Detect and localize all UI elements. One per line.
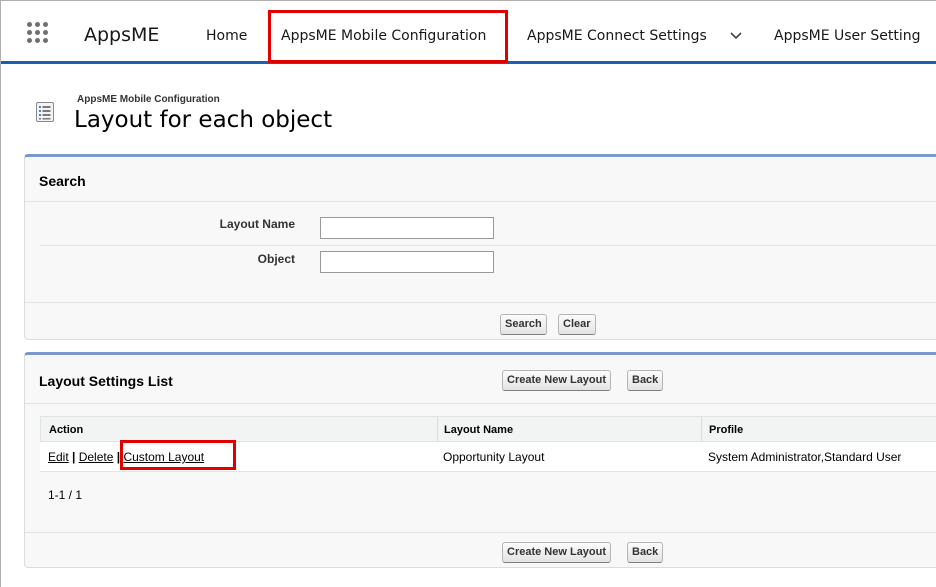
column-divider — [437, 417, 438, 442]
create-new-layout-button[interactable]: Create New Layout — [502, 370, 612, 391]
search-panel-title: Search — [39, 173, 86, 189]
layout-name-input[interactable] — [320, 217, 494, 239]
row-layout-name: Opportunity Layout — [443, 450, 545, 464]
column-header-layout-name: Layout Name — [444, 424, 514, 436]
divider — [25, 532, 936, 533]
divider — [25, 201, 936, 202]
column-header-profile: Profile — [709, 424, 744, 436]
search-panel: Search Layout Name Object Search Clear — [24, 154, 936, 340]
divider — [25, 302, 936, 303]
app-launcher-grid-icon[interactable] — [27, 22, 49, 44]
clear-button[interactable]: Clear — [558, 314, 596, 335]
divider — [40, 245, 936, 246]
search-button[interactable]: Search — [500, 314, 547, 335]
back-button-bottom[interactable]: Back — [627, 542, 664, 563]
nav-tab-mobile-configuration[interactable]: AppsME Mobile Configuration — [281, 28, 486, 44]
table-header: Action Layout Name Profile — [40, 416, 936, 442]
row-profile: System Administrator,Standard User — [708, 450, 902, 464]
nav-tab-connect-settings[interactable]: AppsME Connect Settings — [527, 28, 707, 44]
pagination-info: 1-1 / 1 — [48, 488, 83, 502]
top-navigation-bar: AppsME Home AppsME Mobile Configuration … — [0, 0, 936, 64]
list-icon — [36, 102, 54, 122]
column-header-action: Action — [49, 424, 84, 436]
create-new-layout-button-bottom[interactable]: Create New Layout — [502, 542, 612, 563]
page-title: Layout for each object — [74, 107, 333, 133]
custom-layout-link[interactable]: Custom Layout — [123, 450, 204, 464]
action-separator: | — [113, 450, 124, 464]
edit-link[interactable]: Edit — [48, 450, 69, 464]
page-eyebrow: AppsME Mobile Configuration — [77, 94, 220, 105]
layout-name-label: Layout Name — [219, 217, 295, 231]
column-divider — [701, 417, 702, 442]
delete-link[interactable]: Delete — [79, 450, 114, 464]
layout-settings-panel: Layout Settings List Create New Layout B… — [24, 352, 936, 568]
table-row: Edit | Delete | Custom Layout Opportunit… — [40, 442, 936, 472]
row-actions: Edit | Delete | Custom Layout — [48, 450, 204, 464]
object-input[interactable] — [320, 251, 494, 273]
action-separator: | — [68, 450, 79, 464]
chevron-down-icon[interactable] — [729, 29, 743, 43]
app-name: AppsME — [84, 24, 160, 46]
divider — [25, 403, 936, 404]
back-button[interactable]: Back — [627, 370, 664, 391]
nav-tab-user-setting[interactable]: AppsME User Setting — [774, 28, 921, 44]
layout-list-title: Layout Settings List — [39, 373, 173, 389]
object-label: Object — [257, 252, 295, 266]
nav-tab-home[interactable]: Home — [206, 28, 247, 44]
